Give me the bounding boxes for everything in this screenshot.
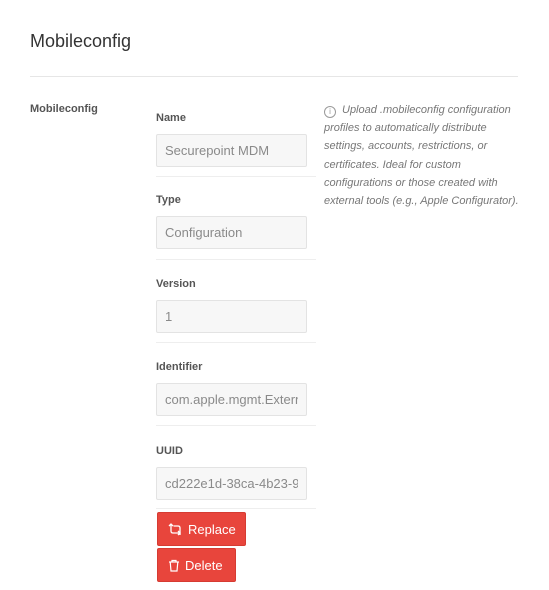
delete-button[interactable]: Delete [157, 548, 236, 582]
info-icon: i [324, 106, 336, 118]
field-divider [156, 508, 316, 509]
version-label: Version [156, 278, 196, 290]
name-input[interactable] [156, 134, 307, 167]
mobileconfig-page: Mobileconfig Mobileconfig Name Type Vers… [0, 0, 549, 590]
name-field-group: Name [156, 111, 316, 167]
name-label: Name [156, 112, 186, 124]
type-input[interactable] [156, 216, 307, 249]
help-text-block: i Upload .mobileconfig configuration prof… [324, 101, 524, 210]
trash-icon [168, 559, 180, 572]
uuid-field-group: UUID [156, 444, 316, 500]
title-divider [30, 76, 518, 77]
section-label: Mobileconfig [30, 103, 98, 115]
delete-button-label: Delete [185, 557, 223, 573]
uuid-input[interactable] [156, 467, 307, 500]
page-title: Mobileconfig [30, 31, 132, 51]
field-divider [156, 176, 316, 177]
version-field-group: Version [156, 277, 316, 333]
identifier-input[interactable] [156, 383, 307, 416]
field-divider [156, 342, 316, 343]
replace-button[interactable]: Replace [157, 512, 246, 546]
uuid-label: UUID [156, 445, 183, 457]
replace-button-label: Replace [188, 521, 236, 537]
version-input[interactable] [156, 300, 307, 333]
help-text: Upload .mobileconfig configuration profi… [324, 104, 519, 208]
identifier-label: Identifier [156, 361, 203, 373]
type-field-group: Type [156, 193, 316, 249]
type-label: Type [156, 194, 181, 206]
replace-icon [168, 522, 183, 536]
field-divider [156, 425, 316, 426]
identifier-field-group: Identifier [156, 360, 316, 416]
field-divider [156, 259, 316, 260]
